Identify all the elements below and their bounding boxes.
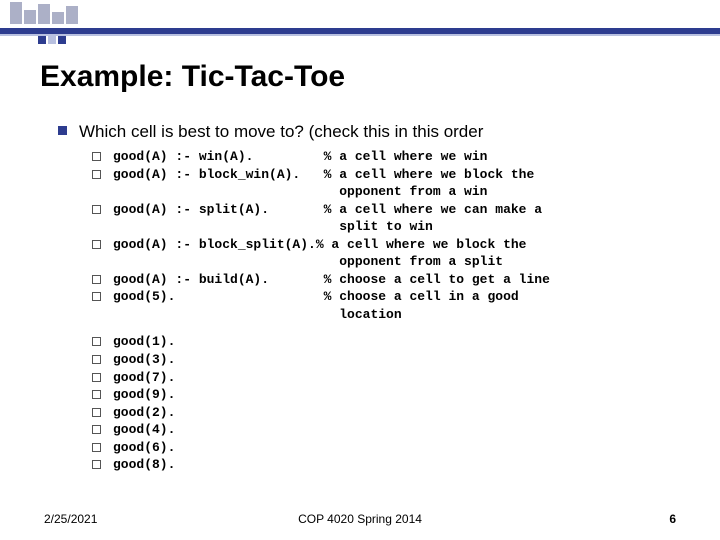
code-text: split to win (113, 218, 433, 236)
code-text: good(5). % choose a cell in a good (113, 288, 519, 306)
hollow-bullet-icon (92, 425, 101, 434)
code-text: opponent from a split (113, 253, 503, 271)
code-text: good(8). (113, 456, 175, 474)
code-row: good(2). (92, 404, 680, 422)
code-row: good(A) :- block_win(A). % a cell where … (92, 166, 680, 184)
code-row: good(A) :- win(A). % a cell where we win (92, 148, 680, 166)
code-row: good(A) :- split(A). % a cell where we c… (92, 201, 680, 219)
header-squares (38, 36, 66, 44)
header-rule-light (0, 34, 720, 36)
hollow-bullet-icon (92, 205, 101, 214)
footer-page: 6 (669, 512, 676, 526)
code-text: good(9). (113, 386, 175, 404)
code-row: opponent from a win (92, 183, 680, 201)
code-row: split to win (92, 218, 680, 236)
code-row: location (92, 306, 680, 324)
footer-date: 2/25/2021 (44, 512, 97, 526)
code-text: good(1). (113, 333, 175, 351)
code-row: good(1). (92, 333, 680, 351)
footer-course: COP 4020 Spring 2014 (298, 512, 422, 526)
code-row: good(9). (92, 386, 680, 404)
code-row: good(4). (92, 421, 680, 439)
code-text: opponent from a win (113, 183, 487, 201)
code-row: good(6). (92, 439, 680, 457)
code-text: good(2). (113, 404, 175, 422)
hollow-bullet-icon (92, 460, 101, 469)
hollow-bullet-icon (92, 408, 101, 417)
code-text: good(6). (113, 439, 175, 457)
hollow-bullet-icon (92, 240, 101, 249)
code-row: good(8). (92, 456, 680, 474)
code-row: good(5). % choose a cell in a good (92, 288, 680, 306)
hollow-bullet-icon (92, 275, 101, 284)
code-text: good(A) :- win(A). % a cell where we win (113, 148, 487, 166)
hollow-bullet-icon (92, 390, 101, 399)
code-row: good(A) :- block_split(A).% a cell where… (92, 236, 680, 254)
code-text: good(4). (113, 421, 175, 439)
hollow-bullet-icon (92, 337, 101, 346)
code-text: good(A) :- block_split(A).% a cell where… (113, 236, 526, 254)
lead-row: Which cell is best to move to? (check th… (58, 122, 680, 142)
code-row: good(A) :- build(A). % choose a cell to … (92, 271, 680, 289)
square-bullet-icon (58, 126, 67, 135)
code-text: good(A) :- split(A). % a cell where we c… (113, 201, 542, 219)
code-row: good(7). (92, 369, 680, 387)
code-text: good(A) :- block_win(A). % a cell where … (113, 166, 534, 184)
code-text: good(3). (113, 351, 175, 369)
code-text: good(7). (113, 369, 175, 387)
hollow-bullet-icon (92, 355, 101, 364)
slide-footer: 2/25/2021 COP 4020 Spring 2014 6 (0, 512, 720, 526)
hollow-bullet-icon (92, 373, 101, 382)
slide-title: Example: Tic-Tac-Toe (40, 60, 680, 94)
lead-text: Which cell is best to move to? (check th… (79, 122, 483, 142)
code-list: good(A) :- win(A). % a cell where we win… (92, 148, 680, 474)
code-text: location (113, 306, 402, 324)
hollow-bullet-icon (92, 152, 101, 161)
header-decoration (10, 0, 100, 24)
code-row: good(3). (92, 351, 680, 369)
hollow-bullet-icon (92, 170, 101, 179)
code-row: opponent from a split (92, 253, 680, 271)
hollow-bullet-icon (92, 443, 101, 452)
hollow-bullet-icon (92, 292, 101, 301)
code-text: good(A) :- build(A). % choose a cell to … (113, 271, 550, 289)
